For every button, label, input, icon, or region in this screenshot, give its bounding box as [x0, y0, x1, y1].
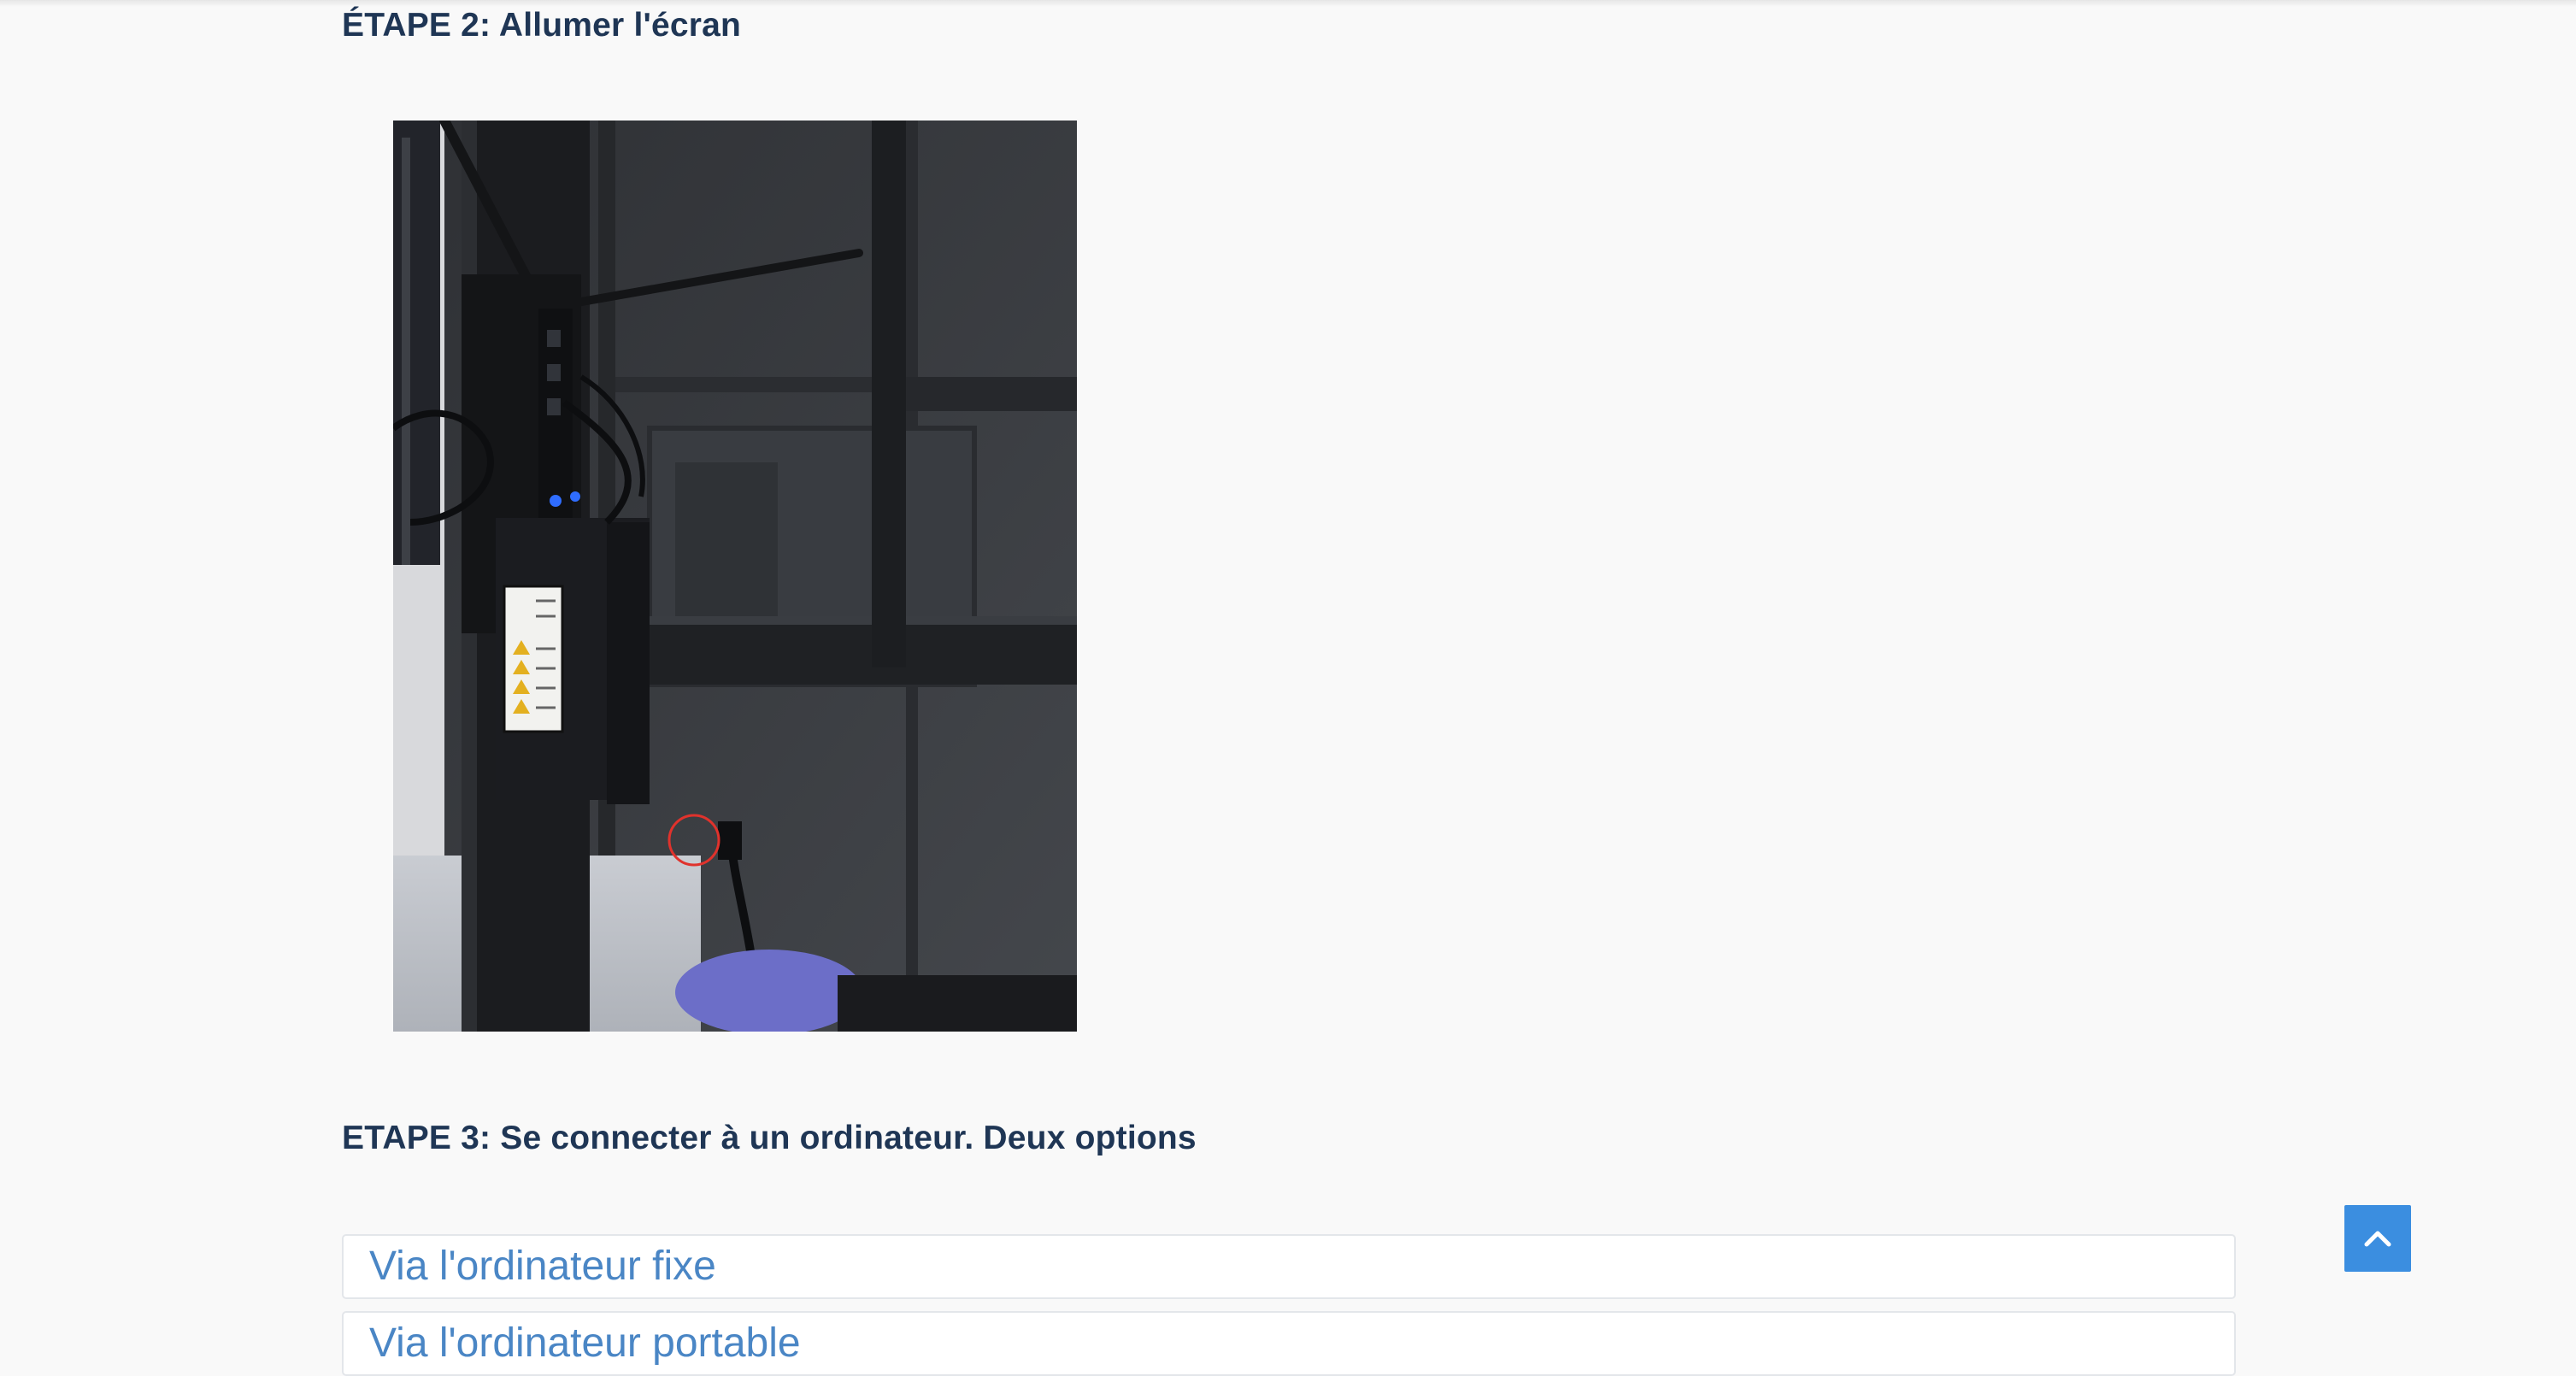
back-to-top-button[interactable]: [2344, 1205, 2411, 1272]
accordion-label: Via l'ordinateur portable: [369, 1320, 801, 1366]
main-content: ÉTAPE 2: Allumer l'écran ETAPE 3: Se con…: [342, 0, 2239, 1376]
accordion-item-laptop[interactable]: Via l'ordinateur portable: [342, 1311, 2236, 1376]
screen-power-button-photo: [393, 121, 1077, 1032]
step-2-heading: ÉTAPE 2: Allumer l'écran: [342, 7, 742, 44]
step-3-heading: ETAPE 3: Se connecter à un ordinateur. D…: [342, 1120, 1197, 1156]
chevron-up-icon: [2364, 1231, 2391, 1247]
accordion-item-fixed-computer[interactable]: Via l'ordinateur fixe: [342, 1234, 2236, 1299]
accordion-label: Via l'ordinateur fixe: [369, 1244, 716, 1289]
